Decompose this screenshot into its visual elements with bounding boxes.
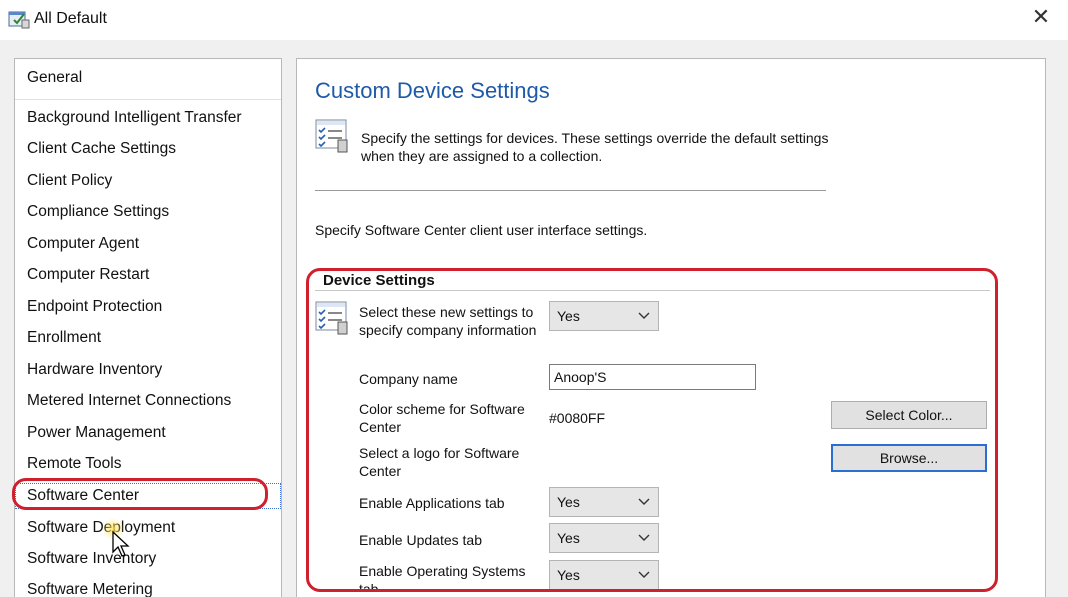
- annotation-highlight-device-settings: [306, 268, 998, 592]
